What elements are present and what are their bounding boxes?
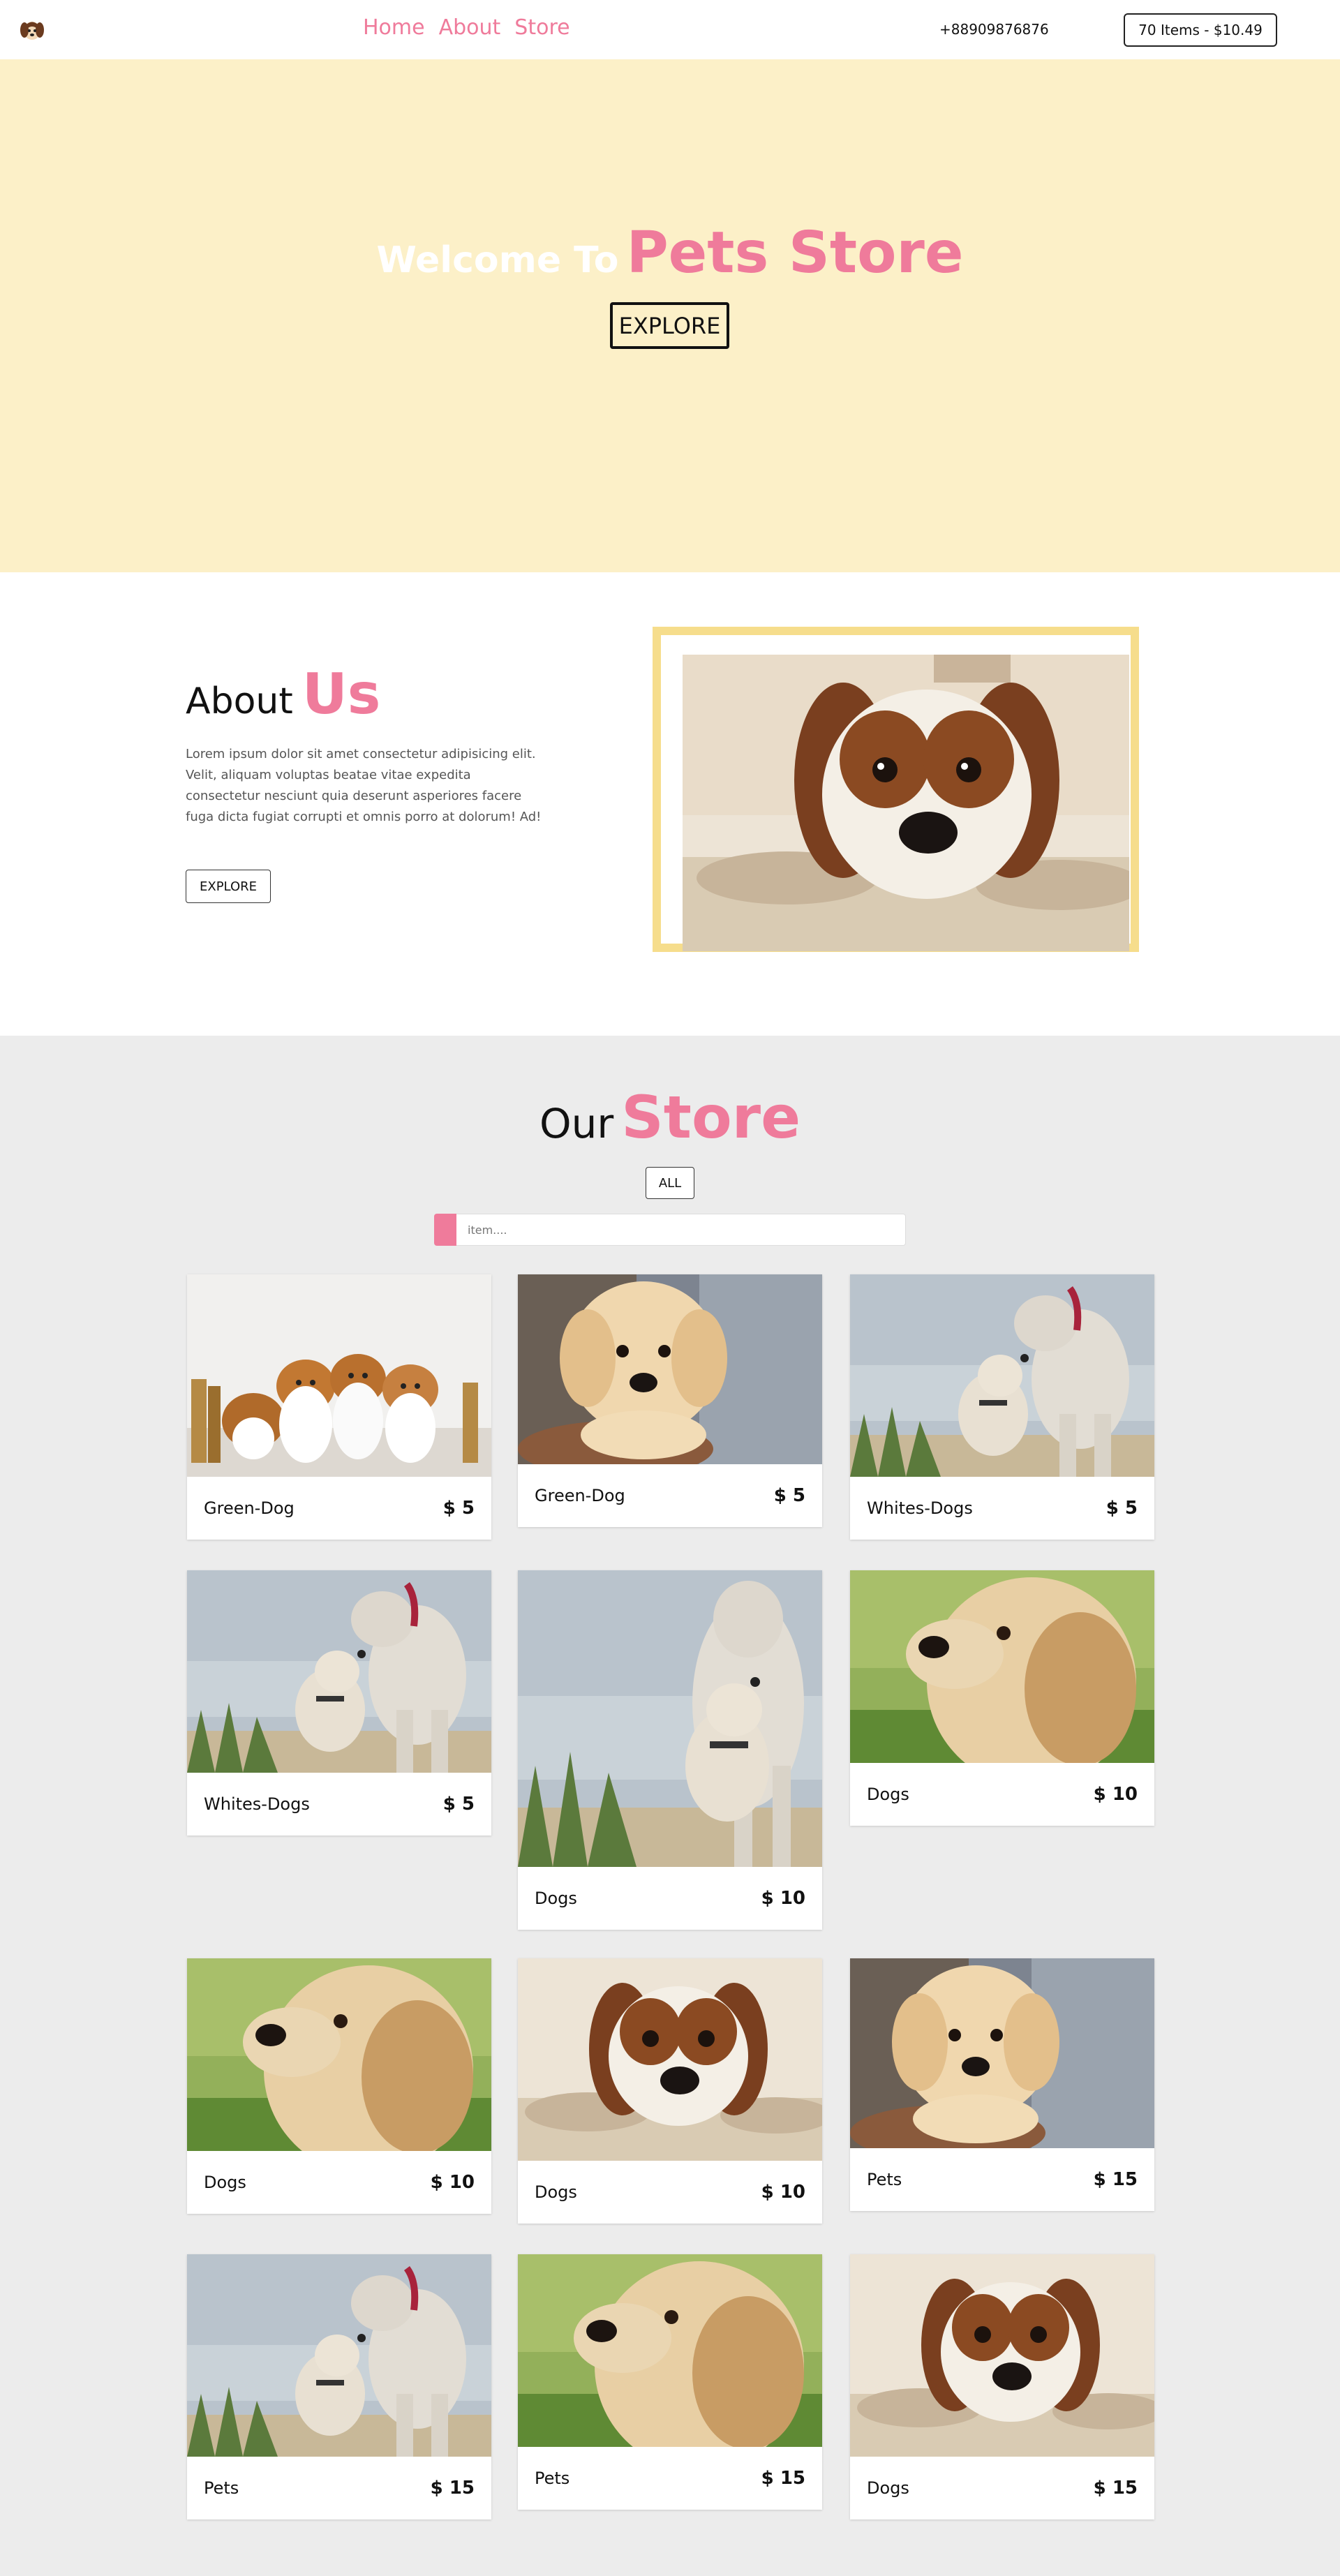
- about-explore-button[interactable]: EXPLORE: [186, 870, 271, 903]
- card-footer: Pets $ 15: [850, 2148, 1154, 2211]
- product-name: Pets: [535, 2469, 570, 2488]
- product-name: Pets: [867, 2170, 902, 2189]
- hero-section: Welcome To Pets Store EXPLORE: [0, 59, 1340, 572]
- product-card[interactable]: Green-Dog $ 5: [518, 1274, 822, 1527]
- nav-link-store[interactable]: Store: [514, 15, 570, 40]
- spaniel-photo: [850, 2254, 1154, 2457]
- about-heading-us: Us: [302, 662, 381, 727]
- about-heading-about: About: [186, 680, 293, 722]
- spaniel-photo: [683, 655, 1129, 951]
- dogs-kissing-photo: [187, 1570, 491, 1773]
- dogs-kissing-photo: [518, 1570, 822, 1867]
- about-section: About Us Lorem ipsum dolor sit amet cons…: [0, 572, 1340, 1036]
- product-price: $ 10: [761, 1888, 805, 1909]
- product-card[interactable]: Dogs $ 10: [187, 1958, 491, 2214]
- product-card[interactable]: Dogs $ 10: [518, 1570, 822, 1930]
- product-price: $ 15: [1093, 2169, 1138, 2190]
- filter-all-button[interactable]: ALL: [646, 1167, 694, 1199]
- product-card[interactable]: Pets $ 15: [850, 1958, 1154, 2211]
- product-name: Green-Dog: [204, 1498, 295, 1518]
- lab-puppy-photo: [850, 1958, 1154, 2148]
- card-footer: Dogs $ 10: [518, 1867, 822, 1930]
- puppy-logo-icon[interactable]: [20, 18, 45, 42]
- card-footer: Dogs $ 15: [850, 2457, 1154, 2519]
- about-paragraph: Lorem ipsum dolor sit amet consectetur a…: [186, 747, 542, 824]
- card-footer: Dogs $ 10: [187, 2151, 491, 2214]
- product-name: Dogs: [535, 1889, 577, 1908]
- phone-number: +88909876876: [939, 21, 1049, 38]
- nav-links: Home About Store: [363, 15, 570, 40]
- product-card[interactable]: Pets $ 15: [518, 2254, 822, 2510]
- product-price: $ 15: [761, 2468, 805, 2489]
- product-price: $ 5: [1106, 1498, 1138, 1519]
- product-price: $ 10: [1093, 1784, 1138, 1805]
- product-name: Green-Dog: [535, 1486, 625, 1505]
- card-footer: Dogs $ 10: [518, 2161, 822, 2224]
- nav-link-home[interactable]: Home: [363, 15, 425, 40]
- store-heading: Our Store: [0, 1083, 1340, 1152]
- hero-title: Welcome To Pets Store: [0, 220, 1340, 286]
- search-bar: [434, 1214, 906, 1246]
- card-footer: Pets $ 15: [187, 2457, 491, 2519]
- navbar: Home About Store +88909876876 70 Items -…: [0, 0, 1340, 59]
- card-footer: Green-Dog $ 5: [518, 1464, 822, 1527]
- about-heading: About Us: [186, 662, 380, 727]
- product-price: $ 5: [442, 1498, 475, 1519]
- product-name: Dogs: [867, 1785, 909, 1804]
- lab-puppy-photo: [518, 1274, 822, 1464]
- dogs-kissing-photo: [850, 1274, 1154, 1477]
- hero-welcome-text: Welcome To: [376, 239, 619, 281]
- card-footer: Whites-Dogs $ 5: [187, 1773, 491, 1836]
- product-price: $ 15: [1093, 2478, 1138, 2499]
- spaniel-photo: [518, 1958, 822, 2161]
- product-price: $ 15: [430, 2478, 475, 2499]
- card-footer: Dogs $ 10: [850, 1763, 1154, 1826]
- product-price: $ 5: [773, 1485, 805, 1506]
- product-card[interactable]: Dogs $ 10: [850, 1570, 1154, 1826]
- card-footer: Whites-Dogs $ 5: [850, 1477, 1154, 1540]
- product-name: Whites-Dogs: [867, 1498, 973, 1518]
- product-name: Pets: [204, 2478, 239, 2498]
- product-price: $ 5: [442, 1794, 475, 1815]
- product-card[interactable]: Pets $ 15: [187, 2254, 491, 2519]
- cart-button[interactable]: 70 Items - $10.49: [1124, 13, 1277, 47]
- store-heading-our: Our: [539, 1100, 614, 1147]
- store-section: Our Store ALL item.... Green-Dog $ 5 Gre…: [0, 1036, 1340, 2576]
- product-price: $ 10: [761, 2182, 805, 2203]
- golden-puppy-photo: [187, 1958, 491, 2151]
- card-footer: Green-Dog $ 5: [187, 1477, 491, 1540]
- product-card[interactable]: Dogs $ 10: [518, 1958, 822, 2224]
- store-heading-store: Store: [621, 1083, 801, 1152]
- product-card[interactable]: Green-Dog $ 5: [187, 1274, 491, 1540]
- golden-puppy-photo: [518, 2254, 822, 2447]
- product-name: Dogs: [204, 2173, 246, 2192]
- nav-link-about[interactable]: About: [439, 15, 501, 40]
- product-name: Dogs: [867, 2478, 909, 2498]
- search-icon[interactable]: [434, 1214, 456, 1246]
- dogs-kissing-photo: [187, 2254, 491, 2457]
- search-input[interactable]: [456, 1214, 906, 1246]
- product-price: $ 10: [430, 2172, 475, 2193]
- hero-explore-button[interactable]: EXPLORE: [610, 302, 729, 349]
- corgi-puppies-photo: [187, 1274, 491, 1477]
- product-card[interactable]: Whites-Dogs $ 5: [850, 1274, 1154, 1540]
- golden-puppy-photo: [850, 1570, 1154, 1763]
- card-footer: Pets $ 15: [518, 2447, 822, 2510]
- hero-brand-text: Pets Store: [626, 220, 964, 286]
- product-card[interactable]: Dogs $ 15: [850, 2254, 1154, 2519]
- product-name: Whites-Dogs: [204, 1794, 310, 1814]
- product-card[interactable]: Whites-Dogs $ 5: [187, 1570, 491, 1836]
- product-name: Dogs: [535, 2182, 577, 2202]
